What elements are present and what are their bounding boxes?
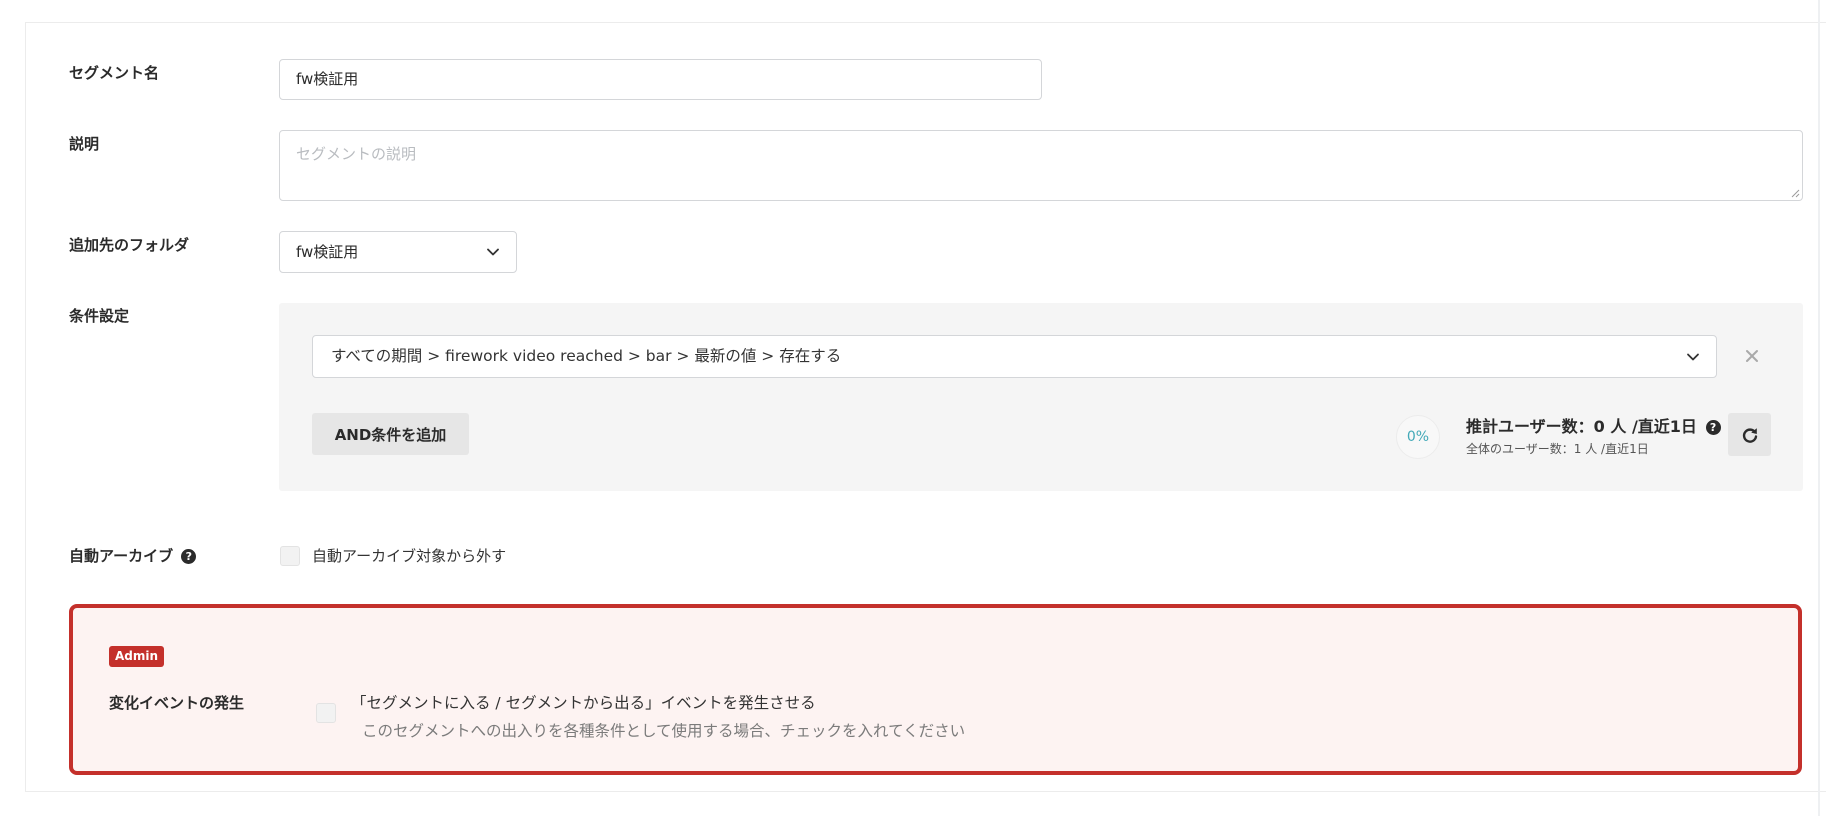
estimated-users-text: 推計ユーザー数：0 人 /直近1日 — [1466, 417, 1697, 436]
folder-select[interactable]: fw検証用 — [279, 231, 517, 273]
conditions-label: 条件設定 — [69, 307, 130, 325]
question-circle-icon[interactable]: ? — [181, 549, 197, 564]
description-label: 説明 — [69, 135, 100, 153]
admin-section: Admin 変化イベントの発生 「セグメントに入る / セグメントから出る」イベ… — [69, 604, 1802, 775]
question-circle-icon[interactable]: ? — [1705, 420, 1721, 435]
change-event-checkbox-label: 「セグメントに入る / セグメントから出る」イベントを発生させる — [351, 694, 816, 712]
auto-archive-checkbox[interactable] — [280, 546, 300, 566]
description-textarea[interactable]: セグメントの説明 — [279, 130, 1803, 201]
folder-label: 追加先のフォルダ — [69, 236, 190, 254]
folder-select-value: fw検証用 — [296, 243, 359, 261]
scrollbar-edge — [1818, 0, 1820, 816]
description-placeholder: セグメントの説明 — [296, 145, 417, 163]
change-event-label: 変化イベントの発生 — [109, 694, 245, 712]
total-users: 全体のユーザー数：1 人 /直近1日 — [1466, 442, 1649, 456]
close-icon — [1746, 350, 1758, 362]
chevron-down-icon — [1687, 353, 1699, 360]
change-event-hint: このセグメントへの出入りを各種条件として使用する場合、チェックを入れてください — [362, 722, 966, 740]
admin-badge: Admin — [109, 646, 165, 667]
auto-archive-label-text: 自動アーカイブ — [69, 547, 174, 565]
segment-name-input[interactable]: fw検証用 — [279, 59, 1042, 100]
segment-name-label: セグメント名 — [69, 64, 160, 82]
auto-archive-label: 自動アーカイブ ? — [69, 545, 197, 566]
estimated-users: 推計ユーザー数：0 人 /直近1日 ? — [1466, 413, 1721, 437]
resize-grip-icon[interactable] — [1790, 188, 1800, 198]
refresh-estimate-button[interactable] — [1728, 413, 1771, 456]
condition-select-value: すべての期間 > firework video reached > bar > … — [331, 347, 842, 365]
refresh-icon — [1742, 427, 1757, 443]
remove-condition-button[interactable] — [1741, 345, 1763, 367]
auto-archive-checkbox-label: 自動アーカイブ対象から外す — [312, 547, 507, 565]
change-event-checkbox[interactable] — [316, 703, 336, 723]
conditions-box: すべての期間 > firework video reached > bar > … — [279, 303, 1803, 491]
condition-select[interactable]: すべての期間 > firework video reached > bar > … — [312, 335, 1717, 378]
chevron-down-icon — [487, 248, 499, 256]
estimate-percent: 0% — [1396, 415, 1440, 459]
add-and-condition-button[interactable]: AND条件を追加 — [312, 413, 469, 455]
